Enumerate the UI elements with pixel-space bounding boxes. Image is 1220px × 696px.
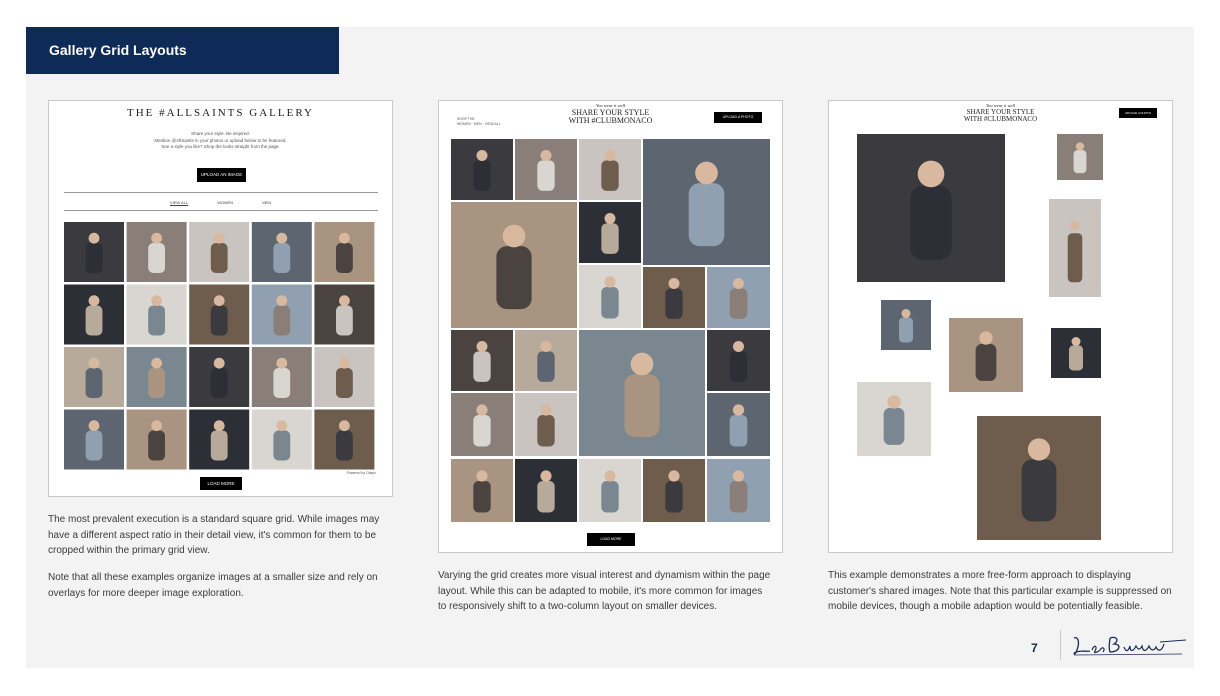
gallery-photo[interactable] xyxy=(949,318,1023,392)
gallery-photo[interactable] xyxy=(579,459,641,522)
gallery-photo[interactable] xyxy=(314,222,375,282)
gallery-photo[interactable] xyxy=(451,139,513,200)
gallery-photo[interactable] xyxy=(64,409,124,470)
gallery-photo[interactable] xyxy=(126,222,187,282)
gallery-photo[interactable] xyxy=(126,284,187,345)
gallery-photo[interactable] xyxy=(251,284,312,345)
gallery-photo[interactable] xyxy=(189,222,250,282)
gallery-photo[interactable] xyxy=(707,393,770,456)
gallery-photo[interactable] xyxy=(451,330,513,391)
gallery-photo[interactable] xyxy=(189,409,250,470)
gallery-photo[interactable] xyxy=(189,347,250,407)
gallery-photo[interactable] xyxy=(314,284,375,345)
caption-varied-grid: Varying the grid creates more visual int… xyxy=(438,570,771,612)
gallery-photo[interactable] xyxy=(64,222,124,282)
gallery-photo[interactable] xyxy=(515,393,577,456)
gallery-photo[interactable] xyxy=(1049,199,1101,297)
gallery-photo[interactable] xyxy=(126,409,187,470)
gallery-photo[interactable] xyxy=(515,330,577,391)
footer-divider xyxy=(1060,630,1061,660)
gallery-photo[interactable] xyxy=(643,139,770,265)
gallery-photo[interactable] xyxy=(314,347,375,407)
gallery-photo[interactable] xyxy=(126,347,187,407)
gallery-photo[interactable] xyxy=(881,300,931,350)
clubmonaco-freeform-screenshot: You wear it well SHARE YOUR STYLE WITH #… xyxy=(828,100,1173,553)
gallery-photo[interactable] xyxy=(251,222,312,282)
leo-burnett-logo xyxy=(1073,636,1187,656)
gallery-photo[interactable] xyxy=(515,459,577,522)
caption-square-grid: The most prevalent execution is a standa… xyxy=(48,514,380,556)
gallery-photo[interactable] xyxy=(579,265,641,328)
gallery-photo[interactable] xyxy=(1051,328,1101,378)
photo-thumbnails xyxy=(857,134,1103,540)
gallery-photo[interactable] xyxy=(707,459,770,522)
gallery-photo[interactable] xyxy=(251,409,312,470)
gallery-photo[interactable] xyxy=(579,139,641,200)
photo-thumbnails xyxy=(64,222,375,470)
caption-freeform: This example demonstrates a more free-fo… xyxy=(828,570,1172,612)
gallery-photo[interactable] xyxy=(515,139,577,200)
slide-title: Gallery Grid Layouts xyxy=(26,27,339,74)
gallery-photo[interactable] xyxy=(451,393,513,456)
photo-thumbnails xyxy=(451,139,770,522)
gallery-photo[interactable] xyxy=(643,267,705,328)
powered-by-label: Powered by Olapic xyxy=(346,471,376,475)
gallery-photo[interactable] xyxy=(314,409,375,470)
gallery-photo[interactable] xyxy=(251,347,312,407)
gallery-photo[interactable] xyxy=(64,284,124,345)
page-number: 7 xyxy=(1031,641,1038,655)
allsaints-gallery-screenshot: THE #ALLSAINTS GALLERY Share your style.… xyxy=(48,100,393,497)
clubmonaco-varied-grid-screenshot: You wear it well SHARE YOUR STYLE WITH #… xyxy=(438,100,783,553)
gallery-photo[interactable] xyxy=(707,267,770,328)
gallery-photo[interactable] xyxy=(64,347,124,407)
load-more-button[interactable]: LOAD MORE xyxy=(200,477,242,490)
gallery-photo[interactable] xyxy=(451,202,577,328)
gallery-photo[interactable] xyxy=(643,459,705,522)
gallery-photo[interactable] xyxy=(451,459,513,522)
gallery-photo[interactable] xyxy=(707,330,770,391)
gallery-photo[interactable] xyxy=(579,330,705,456)
gallery-photo[interactable] xyxy=(857,382,931,456)
gallery-photo[interactable] xyxy=(189,284,250,345)
gallery-photo[interactable] xyxy=(1057,134,1103,180)
caption-note: Note that all these examples organize im… xyxy=(48,572,378,599)
gallery-photo[interactable] xyxy=(977,416,1101,540)
load-more-button[interactable]: LOAD MORE xyxy=(587,533,635,546)
gallery-photo[interactable] xyxy=(857,134,1005,282)
gallery-photo[interactable] xyxy=(579,202,641,263)
